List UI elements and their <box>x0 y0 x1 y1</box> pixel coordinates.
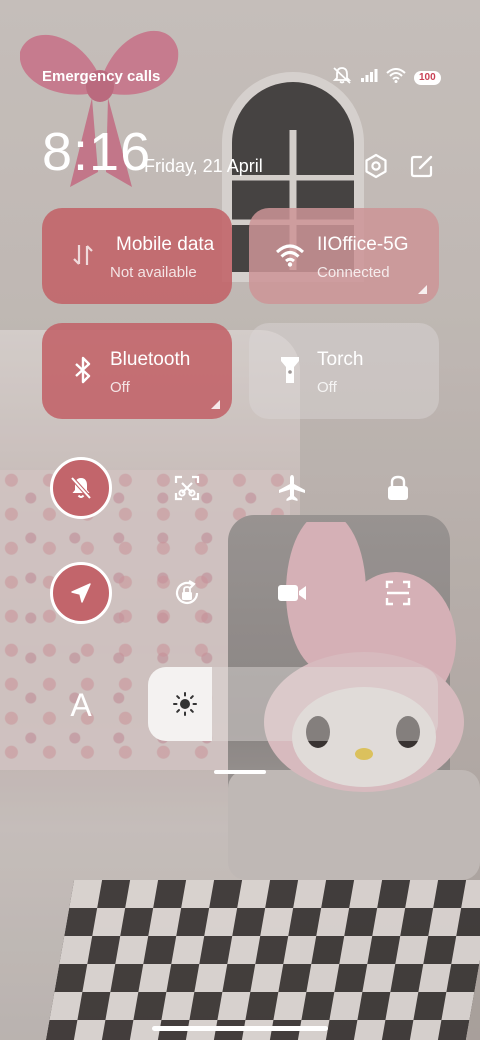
tile-status: Not available <box>110 264 197 281</box>
date[interactable]: Friday, 21 April <box>144 156 270 177</box>
status-bar: Emergency calls only 100 <box>0 62 480 90</box>
tile-bluetooth[interactable]: Bluetooth Off <box>42 323 232 419</box>
edit-button[interactable] <box>406 150 438 182</box>
settings-icon <box>365 153 387 179</box>
lock-icon <box>388 475 408 500</box>
bluetooth-icon <box>66 353 100 387</box>
tile-status: Off <box>110 379 130 396</box>
clock[interactable]: 8:16 <box>42 122 151 182</box>
tile-label: Mobile data <box>116 234 215 255</box>
toggle-auto-rotate[interactable] <box>156 562 218 624</box>
toggle-lock-screen[interactable] <box>367 457 429 519</box>
silent-icon <box>70 476 92 500</box>
video-icon <box>278 585 306 601</box>
toggle-screen-recorder[interactable] <box>261 562 323 624</box>
toggle-scanner[interactable] <box>367 562 429 624</box>
edit-icon <box>410 155 433 178</box>
mobile-data-icon <box>66 238 100 272</box>
status-icons: 100 <box>332 66 441 89</box>
settings-button[interactable] <box>360 150 392 182</box>
location-icon <box>71 583 91 603</box>
tile-wifi[interactable]: IIOffice-5G Connected <box>249 208 439 304</box>
toggle-location[interactable] <box>50 562 112 624</box>
shade-handle[interactable] <box>214 770 266 774</box>
toggle-airplane[interactable] <box>261 457 323 519</box>
tile-torch[interactable]: Torch Off <box>249 323 439 419</box>
airplane-icon <box>279 475 305 501</box>
signal-icon <box>360 68 378 87</box>
carrier-text: Emergency calls only <box>42 68 164 85</box>
tile-label: IIOffice-5G <box>317 234 409 255</box>
brightness-slider[interactable] <box>148 667 438 741</box>
battery-icon: 100 <box>414 70 441 85</box>
tile-label: Torch <box>317 349 364 370</box>
gesture-bar[interactable] <box>152 1026 328 1031</box>
screenshot-icon <box>174 475 200 501</box>
tile-status: Off <box>317 379 337 396</box>
font-size-button[interactable]: A <box>58 682 104 728</box>
toggle-screenshot[interactable] <box>156 457 218 519</box>
wifi-icon <box>273 238 307 272</box>
tile-label: Bluetooth <box>110 349 191 370</box>
wifi-icon <box>386 67 406 88</box>
toggle-silent[interactable] <box>50 457 112 519</box>
expand-corner-icon[interactable] <box>211 400 220 409</box>
scanner-icon <box>385 580 411 606</box>
auto-rotate-icon <box>175 580 199 605</box>
tile-status: Connected <box>317 264 390 281</box>
torch-icon <box>273 353 307 387</box>
tile-mobile-data[interactable]: Mobile data Not available <box>42 208 232 304</box>
sun-icon <box>173 692 197 716</box>
expand-corner-icon[interactable] <box>418 285 427 294</box>
mute-icon <box>332 66 352 89</box>
